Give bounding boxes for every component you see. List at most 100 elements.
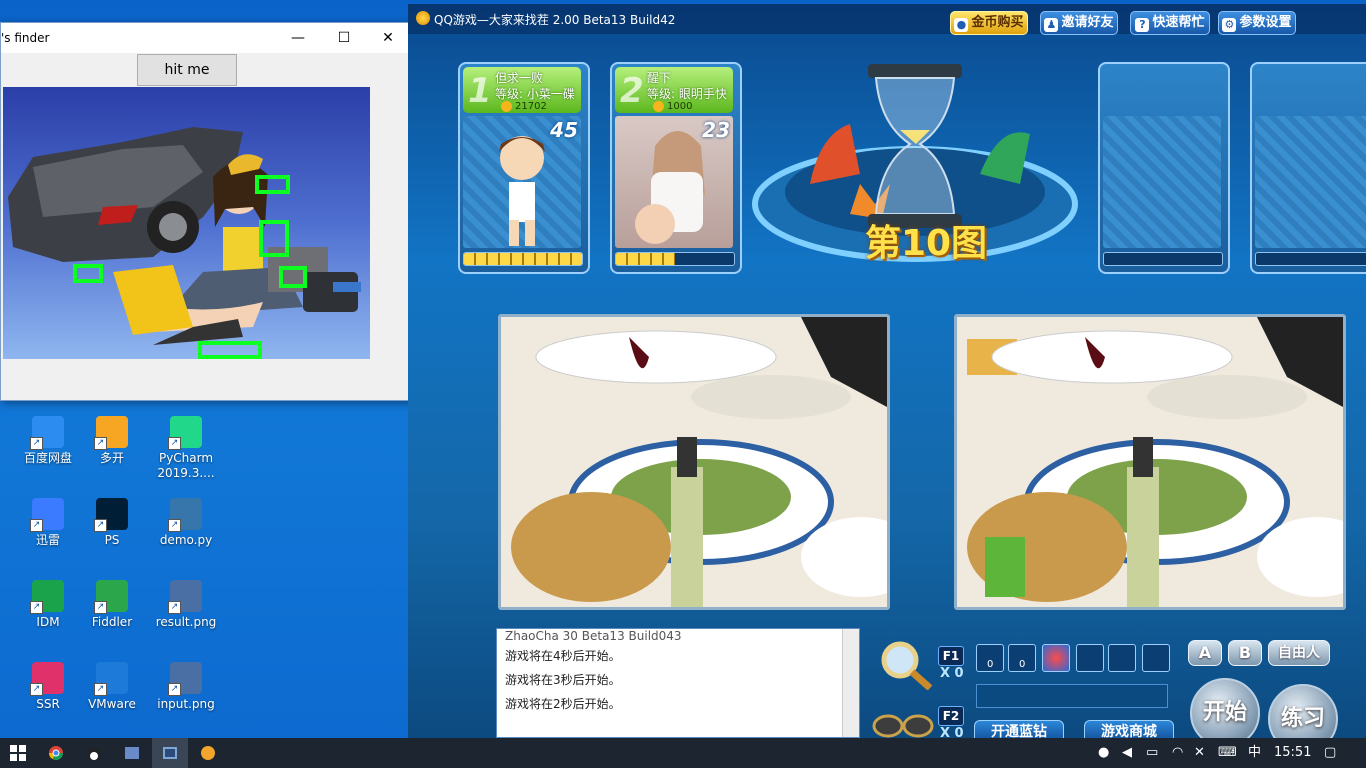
invite-friends-button[interactable]: ♟ 邀请好友	[1040, 11, 1118, 35]
minimize-button[interactable]: —	[275, 23, 321, 53]
player-header: 2 醒下 等级: 眼明手快 1000	[615, 67, 733, 113]
f2-count: X 0	[940, 726, 964, 738]
shortcut-arrow-icon: ↗	[30, 601, 43, 614]
shortcut-arrow-icon: ↗	[30, 519, 43, 532]
start-menu-icon[interactable]	[0, 738, 36, 768]
app-taskbar-icon[interactable]	[114, 738, 150, 768]
desktop: ↗ 百度网盘 ↗ 多开 ↗ PyCharm 2019.3.... ↗ 迅雷 ↗ PS ↗ demo.p…	[0, 0, 1366, 738]
chat-scrollbar[interactable]	[842, 629, 859, 737]
qq-taskbar-icon[interactable]	[76, 738, 112, 768]
desktop-icon[interactable]: ↗ 百度网盘	[12, 416, 84, 466]
desktop-icon[interactable]: ↗ SSR	[12, 662, 84, 712]
button-b[interactable]: B	[1228, 640, 1262, 666]
item-slot-empty[interactable]	[1076, 644, 1104, 672]
settings-label: 参数设置	[1239, 15, 1292, 30]
desktop-icon[interactable]: ↗ VMware	[76, 662, 148, 712]
desktop-icon[interactable]: ↗ PyCharm 2019.3....	[150, 416, 222, 481]
right-photo[interactable]	[954, 314, 1346, 610]
quick-help-button[interactable]: ? 快速帮忙	[1130, 11, 1210, 35]
notification-icon[interactable]: ▢	[1324, 738, 1336, 768]
sunglasses-icon[interactable]	[872, 708, 934, 738]
battery-icon[interactable]: ▭	[1146, 738, 1158, 768]
clock[interactable]: 15:51	[1274, 738, 1311, 768]
help-label: 快速帮忙	[1152, 15, 1205, 30]
desktop-icon-label: Fiddler	[91, 615, 133, 629]
duokai-icon: ↗	[94, 416, 128, 450]
finder-title: 's finder	[1, 31, 50, 45]
shortcut-arrow-icon: ↗	[168, 683, 181, 696]
player-coins: 1000	[667, 101, 693, 112]
item-slot-gem[interactable]	[1042, 644, 1070, 672]
left-photo[interactable]	[498, 314, 890, 610]
desktop-icon[interactable]: ↗ 多开	[76, 416, 148, 466]
ime-indicator[interactable]: 中	[1248, 738, 1261, 768]
player-card-2[interactable]: 2 醒下 等级: 眼明手快 1000 23	[610, 62, 742, 274]
chat-log[interactable]: ZhaoCha 30 Beta13 Build043 游戏将在4秒后开始。 游戏…	[496, 628, 860, 738]
empty-seat-slot	[1255, 116, 1366, 248]
f2-key[interactable]: F2	[938, 706, 964, 726]
empty-seat-3[interactable]	[1098, 62, 1230, 274]
f1-key[interactable]: F1	[938, 646, 964, 666]
game-shop-button[interactable]: 游戏商城	[1084, 720, 1174, 738]
player-card-1[interactable]: 1 但求一败 等级: 小菜一碟 21702 45	[458, 62, 590, 274]
game-taskbar-icon[interactable]	[190, 738, 226, 768]
difference-marker	[255, 175, 290, 194]
item-slot-glasses[interactable]: 0	[1008, 644, 1036, 672]
f1-count: X 0	[940, 666, 964, 681]
desktop-icon[interactable]: ↗ demo.py	[150, 498, 222, 548]
empty-seat-4[interactable]	[1250, 62, 1366, 274]
speaker-alert-icon[interactable]: ◀	[1122, 738, 1132, 768]
gear-icon: ⚙	[1222, 18, 1237, 32]
item-slot-empty[interactable]	[1142, 644, 1170, 672]
shortcut-arrow-icon: ↗	[30, 683, 43, 696]
desktop-icon-label: 迅雷	[35, 533, 60, 547]
desktop-icon[interactable]: ↗ 迅雷	[12, 498, 84, 548]
item-count: 0	[1019, 659, 1026, 670]
item-slot-magnifier[interactable]: 0	[976, 644, 1004, 672]
magnifier-icon[interactable]	[878, 640, 934, 690]
buy-coins-button[interactable]: ● 金币购买	[950, 11, 1028, 35]
tray-app-icon[interactable]: ●	[1098, 738, 1109, 768]
desktop-icon[interactable]: ↗ result.png	[150, 580, 222, 630]
desktop-icon-label: PyCharm 2019.3....	[157, 451, 215, 480]
free-player-button[interactable]: 自由人	[1268, 640, 1330, 666]
desktop-icon[interactable]: ↗ PS	[76, 498, 148, 548]
maximize-button[interactable]: ☐	[321, 23, 367, 53]
desktop-icon[interactable]: ↗ Fiddler	[76, 580, 148, 630]
button-a[interactable]: A	[1188, 640, 1222, 666]
round-label: 第10图	[864, 223, 988, 264]
game-titlebar[interactable]: QQ游戏—大家来找茬 2.00 Beta13 Build42 ● 金币购买 ♟ 邀请…	[408, 4, 1366, 35]
baidu-netdisk-icon: ↗	[30, 416, 64, 450]
player-header: 1 但求一败 等级: 小菜一碟 21702	[463, 67, 581, 113]
help-icon: ?	[1135, 18, 1150, 32]
progress-fill	[464, 253, 582, 265]
chrome-icon[interactable]	[38, 738, 74, 768]
result-image	[3, 87, 370, 359]
python-file-icon: ↗	[168, 498, 202, 532]
practice-button[interactable]: 练习	[1268, 684, 1338, 738]
shortcut-arrow-icon: ↗	[168, 437, 181, 450]
fiddler-icon: ↗	[94, 580, 128, 614]
desktop-icon-label: input.png	[157, 697, 215, 711]
volume-muted-icon[interactable]: ✕	[1194, 738, 1205, 768]
desktop-icon[interactable]: ↗ input.png	[150, 662, 222, 712]
user-icon: ♟	[1044, 18, 1059, 32]
settings-button[interactable]: ⚙ 参数设置	[1218, 11, 1296, 35]
hit-me-button[interactable]: hit me	[137, 54, 237, 86]
keyboard-icon[interactable]: ⌨	[1218, 738, 1237, 768]
finder-taskbar-icon[interactable]	[152, 738, 188, 768]
difference-marker	[259, 220, 289, 257]
item-slot-empty[interactable]	[1108, 644, 1136, 672]
start-button[interactable]: 开始	[1190, 678, 1260, 738]
status-strip	[976, 684, 1168, 708]
empty-seat-slot	[1103, 116, 1221, 248]
chat-line: 游戏将在3秒后开始。	[505, 673, 621, 687]
blue-diamond-button[interactable]: 开通蓝钻	[974, 720, 1064, 738]
close-button[interactable]: ✕	[365, 23, 411, 53]
desktop-icon[interactable]: ↗ IDM	[12, 580, 84, 630]
finder-titlebar[interactable]: 's finder — ☐ ✕	[1, 23, 411, 53]
shortcut-arrow-icon: ↗	[94, 683, 107, 696]
image-file-icon: ↗	[168, 580, 202, 614]
food-photo-left	[501, 317, 887, 607]
wifi-icon[interactable]: ◠	[1172, 738, 1183, 768]
